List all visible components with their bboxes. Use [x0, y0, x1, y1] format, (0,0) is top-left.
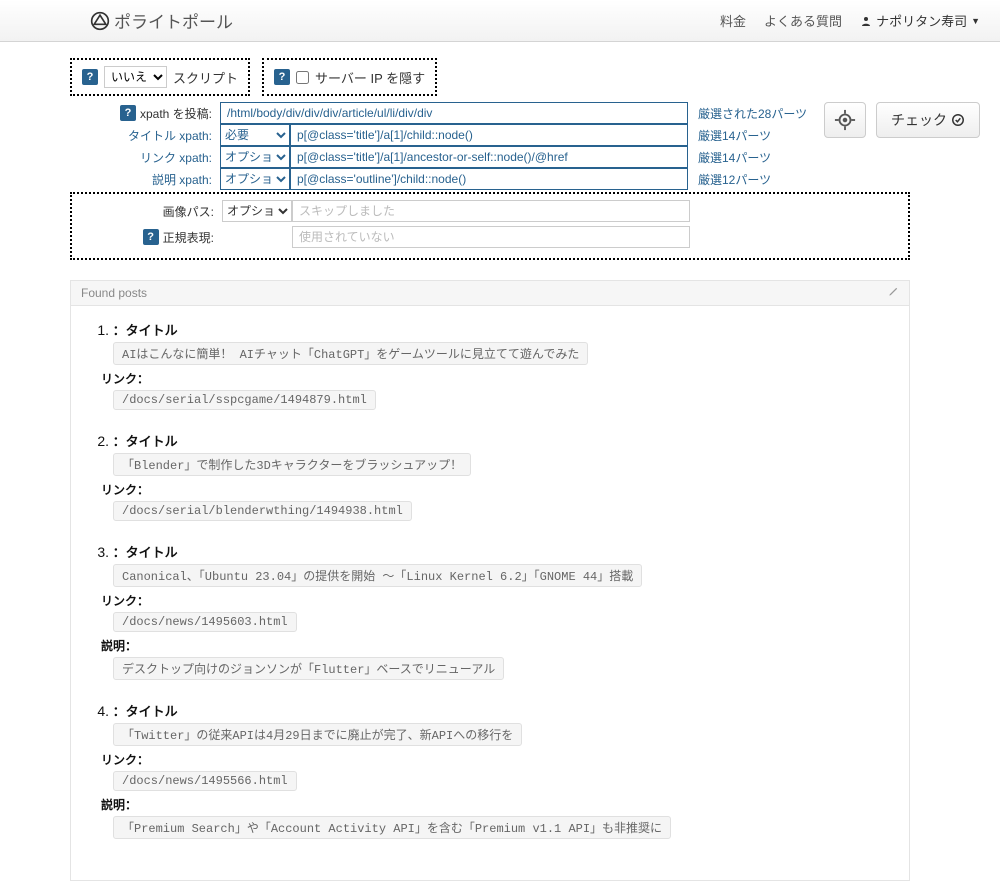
desc-xpath-label: 説明 xpath: [70, 171, 220, 188]
target-button[interactable] [824, 102, 866, 138]
user-icon [860, 15, 872, 27]
hide-ip-checkbox[interactable] [296, 71, 309, 84]
post-xpath-hint: 厳選された28パーツ [698, 105, 807, 122]
post-xpath-input[interactable] [220, 102, 688, 124]
post-link-value: /docs/serial/blenderwthing/1494938.html [113, 501, 412, 521]
user-name: ナポリタン寿司 [876, 11, 967, 30]
post-link-value: /docs/news/1495603.html [113, 612, 297, 632]
hide-ip-box: ? サーバー IP を隠す [262, 58, 437, 96]
regex-input[interactable] [292, 226, 690, 248]
post-item: 1. ：タイトル AIはこんなに簡単！ AIチャット「ChatGPT」をゲームツー… [89, 320, 891, 413]
post-xpath-label: xpath を投稿: [140, 105, 212, 122]
check-button[interactable]: チェック [876, 102, 980, 138]
regex-label: 正規表現: [163, 229, 214, 246]
title-xpath-hint: 厳選14パーツ [698, 127, 771, 144]
post-item: 2. ：タイトル「Blender」で制作した3Dキャラクターをブラッシュアップ！… [89, 431, 891, 524]
user-menu[interactable]: ナポリタン寿司 ▼ [860, 11, 980, 30]
help-icon[interactable]: ? [120, 105, 136, 121]
brand-link[interactable]: ポライトポール [90, 8, 233, 33]
image-select[interactable]: オプション [222, 200, 292, 222]
navbar: ポライトポール 料金 よくある質問 ナポリタン寿司 ▼ [0, 0, 1000, 42]
hide-ip-label: サーバー IP を隠す [315, 68, 425, 87]
link-xpath-hint: 厳選14パーツ [698, 149, 771, 166]
post-link-label: リンク： [101, 751, 891, 768]
post-title-value: 「Twitter」の従来APIは4月29日までに廃止が完了、新APIへの移行を [113, 723, 522, 746]
post-title-value: AIはこんなに簡単！ AIチャット「ChatGPT」をゲームツールに見立てて遊ん… [113, 342, 588, 365]
post-link-label: リンク： [101, 481, 891, 498]
post-title-label: ：タイトル [113, 704, 178, 719]
link-xpath-input[interactable] [290, 146, 688, 168]
title-xpath-input[interactable] [290, 124, 688, 146]
check-button-label: チェック [891, 110, 947, 130]
title-xpath-label: タイトル xpath: [70, 127, 220, 144]
crosshair-icon [834, 109, 856, 131]
script-select[interactable]: いいえ [104, 66, 167, 88]
post-title-label: ：タイトル [113, 545, 178, 560]
help-icon[interactable]: ? [82, 69, 98, 85]
post-desc-value: デスクトップ向けのジョンソンが「Flutter」ベースでリニューアル [113, 657, 504, 680]
post-item: 3. ：タイトル Canonical、「Ubuntu 23.04」の提供を開始 ～… [89, 542, 891, 683]
post-number: 2. [89, 433, 109, 449]
caret-down-icon: ▼ [971, 16, 980, 26]
results-body: 1. ：タイトル AIはこんなに簡単！ AIチャット「ChatGPT」をゲームツー… [70, 306, 910, 881]
desc-select[interactable]: オプション [220, 168, 290, 190]
script-box: ? いいえ スクリプト [70, 58, 250, 96]
desc-xpath-input[interactable] [290, 168, 688, 190]
post-link-label: リンク： [101, 592, 891, 609]
extra-options-box: 画像パス: オプション ?正規表現: [70, 192, 910, 260]
post-desc-value: 「Premium Search」や「Account Activity API」を… [113, 816, 671, 839]
post-link-value: /docs/news/1495566.html [113, 771, 297, 791]
desc-xpath-hint: 厳選12パーツ [698, 171, 771, 188]
nav-faq[interactable]: よくある質問 [764, 11, 842, 30]
pencil-icon[interactable] [888, 286, 899, 300]
post-item: 4. ：タイトル「Twitter」の従来APIは4月29日までに廃止が完了、新A… [89, 701, 891, 842]
nav-pricing[interactable]: 料金 [720, 11, 746, 30]
post-title-label: ：タイトル [113, 434, 178, 449]
title-select[interactable]: 必要 [220, 124, 290, 146]
brand-logo-icon [90, 11, 110, 31]
image-path-input[interactable] [292, 200, 690, 222]
brand-text: ポライトポール [114, 8, 233, 33]
post-number: 4. [89, 703, 109, 719]
script-label: スクリプト [173, 68, 238, 87]
post-link-label: リンク： [101, 370, 891, 387]
post-link-value: /docs/serial/sspcgame/1494879.html [113, 390, 376, 410]
post-title-value: 「Blender」で制作した3Dキャラクターをブラッシュアップ！ [113, 453, 471, 476]
image-path-label: 画像パス: [72, 203, 222, 220]
link-xpath-label: リンク xpath: [70, 149, 220, 166]
post-number: 3. [89, 544, 109, 560]
post-number: 1. [89, 322, 109, 338]
help-icon[interactable]: ? [274, 69, 290, 85]
check-circle-icon [951, 113, 965, 127]
link-select[interactable]: オプション [220, 146, 290, 168]
results-header-label: Found posts [81, 286, 147, 300]
results-header: Found posts [70, 280, 910, 306]
post-title-label: ：タイトル [113, 323, 178, 338]
help-icon[interactable]: ? [143, 229, 159, 245]
post-desc-label: 説明： [101, 796, 891, 813]
post-title-value: Canonical、「Ubuntu 23.04」の提供を開始 ～「Linux K… [113, 564, 642, 587]
